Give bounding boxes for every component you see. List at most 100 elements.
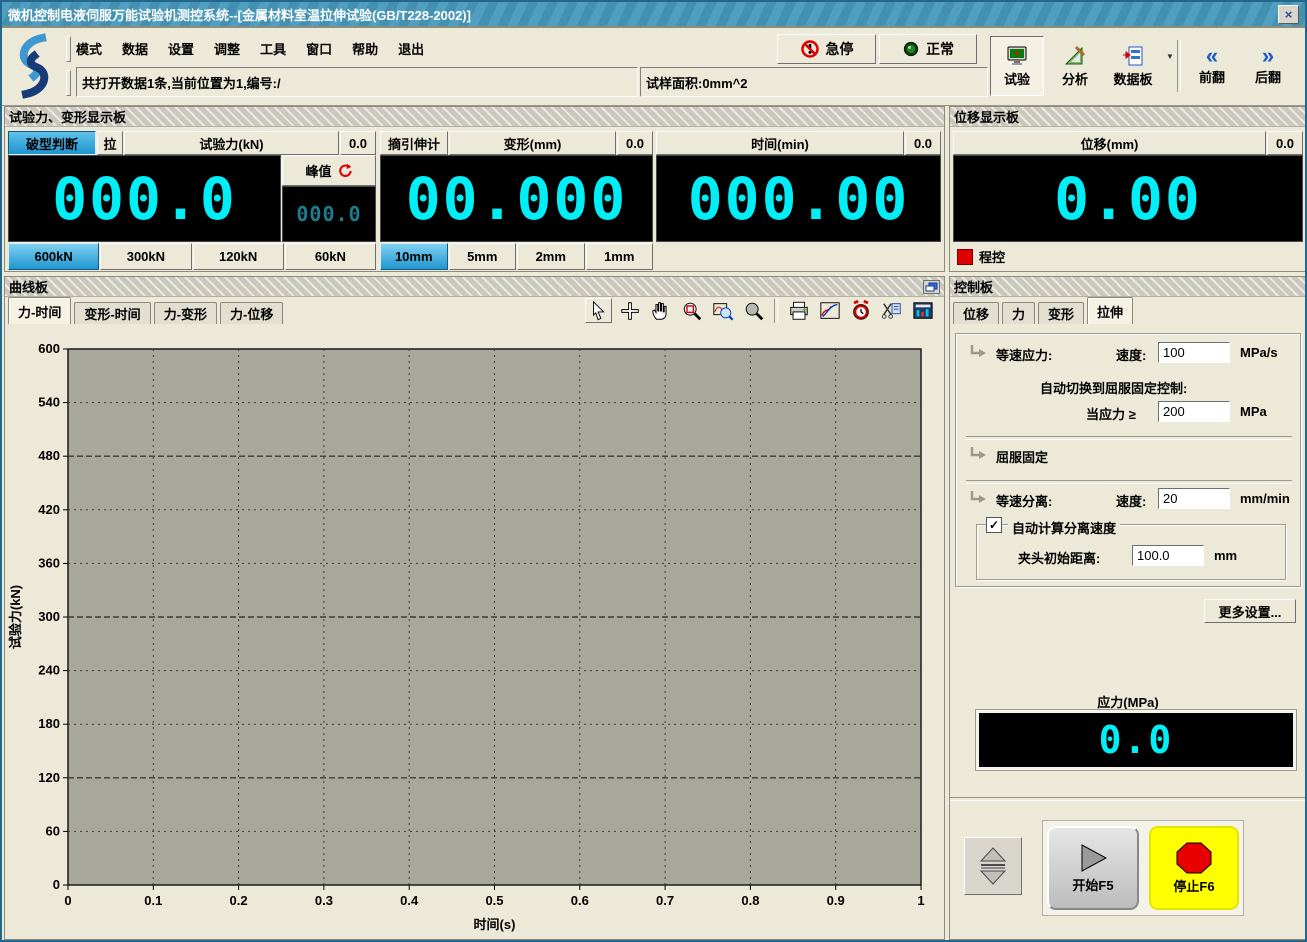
crosshair-icon[interactable] (616, 298, 643, 323)
svg-text:试验力(kN): 试验力(kN) (8, 585, 23, 649)
force-deform-display-panel: 试验力、变形显示板 破型判断 拉 试验力(kN) 0.0 000.0 峰值 (4, 106, 945, 272)
deform-range-1[interactable]: 5mm (449, 243, 517, 270)
control-tab-2[interactable]: 变形 (1038, 302, 1084, 324)
force-range-3[interactable]: 60kN (285, 243, 376, 270)
pull-indicator[interactable]: 拉 (97, 131, 123, 155)
prev-page-button[interactable]: « 前翻 (1187, 36, 1237, 96)
displacement-main-display: 0.00 (953, 155, 1303, 242)
const-stress-speed-input[interactable] (1158, 342, 1230, 363)
start-button-label: 开始F5 (1072, 875, 1113, 894)
start-button[interactable]: 开始F5 (1047, 826, 1139, 910)
deform-range-2[interactable]: 2mm (517, 243, 585, 270)
svg-text:60: 60 (46, 823, 60, 838)
time-main-value: 000.00 (688, 165, 910, 233)
print-icon[interactable] (785, 298, 812, 323)
grip-distance-unit: mm (1214, 548, 1237, 563)
analysis-button[interactable]: 分析 (1048, 36, 1102, 96)
menu-item-1[interactable]: 数据 (122, 39, 148, 58)
const-separate-unit: mm/min (1240, 491, 1290, 506)
control-tabs: 位移力变形拉伸 (950, 297, 1306, 324)
databoard-button[interactable]: 数据板 (1102, 36, 1164, 96)
next-page-label: 后翻 (1255, 67, 1281, 86)
time-footer-strip (656, 243, 941, 270)
svg-text:0.3: 0.3 (315, 893, 333, 908)
jog-updown-button[interactable] (964, 837, 1022, 895)
test-monitor-icon (1005, 45, 1029, 67)
curve-tab-1[interactable]: 变形-时间 (74, 302, 150, 324)
svg-text:120: 120 (38, 770, 60, 785)
time-header-label: 时间(min) (751, 134, 809, 153)
peak-reset-button[interactable]: 峰值 (282, 155, 376, 186)
data-list-icon[interactable] (909, 298, 936, 323)
stress-display-label: 应力(MPa) (950, 692, 1306, 711)
zoom-out-icon[interactable] (740, 298, 767, 323)
stress-display: 0.0 (976, 710, 1296, 770)
restore-window-icon[interactable] (923, 280, 940, 294)
svg-text:1: 1 (917, 893, 924, 908)
when-stress-input[interactable] (1158, 401, 1230, 422)
force-range-0[interactable]: 600kN (8, 243, 99, 270)
emergency-stop-button[interactable]: 急停 (777, 34, 876, 64)
menu-item-5[interactable]: 窗口 (306, 39, 332, 58)
more-settings-button[interactable]: 更多设置... (1204, 599, 1296, 623)
grip-distance-input[interactable] (1132, 545, 1204, 566)
clip-save-icon[interactable] (878, 298, 905, 323)
pan-hand-icon[interactable] (647, 298, 674, 323)
chart-svg: 06012018024030036042048054060000.10.20.3… (6, 323, 943, 937)
control-tab-1[interactable]: 力 (1002, 302, 1035, 324)
next-icon: » (1262, 47, 1274, 65)
databoard-label: 数据板 (1113, 69, 1152, 88)
section-separator-2 (966, 480, 1292, 484)
more-settings-label: 更多设置... (1219, 602, 1282, 621)
menu-item-4[interactable]: 工具 (260, 39, 286, 58)
program-control-indicator-icon[interactable] (957, 249, 973, 265)
force-main-value: 000.0 (52, 165, 237, 233)
curve-toolbar-separator (774, 299, 778, 323)
force-range-2[interactable]: 120kN (193, 243, 284, 270)
force-header-label: 试验力(kN) (199, 134, 263, 153)
peak-refresh-icon (337, 163, 353, 179)
control-tab-3[interactable]: 拉伸 (1087, 297, 1133, 324)
break-judge-button[interactable]: 破型判断 (8, 131, 96, 155)
normal-status-button[interactable]: 正常 (879, 34, 977, 64)
deform-range-3[interactable]: 1mm (586, 243, 654, 270)
control-panel-title: 控制板 (950, 277, 1306, 297)
const-separate-speed-input[interactable] (1158, 488, 1230, 509)
databoard-dropdown-icon[interactable]: ▼ (1166, 52, 1174, 61)
deform-range-0[interactable]: 10mm (380, 243, 448, 270)
zoom-in-icon[interactable] (678, 298, 705, 323)
menu-item-7[interactable]: 退出 (398, 39, 424, 58)
test-view-button[interactable]: 试验 (990, 36, 1044, 96)
curve-tab-0[interactable]: 力-时间 (8, 297, 71, 324)
close-button[interactable]: × (1278, 5, 1299, 24)
deform-header: 变形(mm) (449, 131, 616, 155)
curve-tab-3[interactable]: 力-位移 (220, 302, 283, 324)
status-specimen-area-text: 试样面积:0mm^2 (646, 73, 748, 92)
svg-text:300: 300 (38, 609, 60, 624)
grip-distance-label: 夹头初始距离: (1018, 548, 1100, 567)
time-display-group: 时间(min) 0.0 000.00 (656, 131, 941, 270)
auto-calc-checkbox[interactable]: ✓ (986, 517, 1002, 533)
svg-text:240: 240 (38, 663, 60, 678)
curve-compare-icon[interactable] (816, 298, 843, 323)
stop-button[interactable]: 停止F6 (1149, 826, 1239, 910)
svg-text:0.1: 0.1 (144, 893, 162, 908)
zoom-window-icon[interactable] (709, 298, 736, 323)
timer-icon[interactable] (847, 298, 874, 323)
branch-arrow-icon (968, 490, 988, 508)
menu-item-6[interactable]: 帮助 (352, 39, 378, 58)
const-separate-label: 等速分离: (996, 491, 1052, 510)
menu-item-2[interactable]: 设置 (168, 39, 194, 58)
peak-display: 000.0 (282, 186, 376, 242)
curve-tab-2[interactable]: 力-变形 (154, 302, 217, 324)
extensometer-button[interactable]: 摘引伸计 (380, 131, 448, 155)
next-page-button[interactable]: » 后翻 (1243, 36, 1293, 96)
const-stress-speed-label: 速度: (1116, 345, 1146, 364)
control-tab-0[interactable]: 位移 (953, 302, 999, 324)
status-specimen-area: 试样面积:0mm^2 (640, 67, 988, 97)
menu-item-0[interactable]: 模式 (76, 39, 102, 58)
deform-main-display: 00.000 (380, 155, 653, 242)
menu-item-3[interactable]: 调整 (214, 39, 240, 58)
force-range-1[interactable]: 300kN (100, 243, 191, 270)
cursor-icon[interactable] (585, 298, 612, 323)
